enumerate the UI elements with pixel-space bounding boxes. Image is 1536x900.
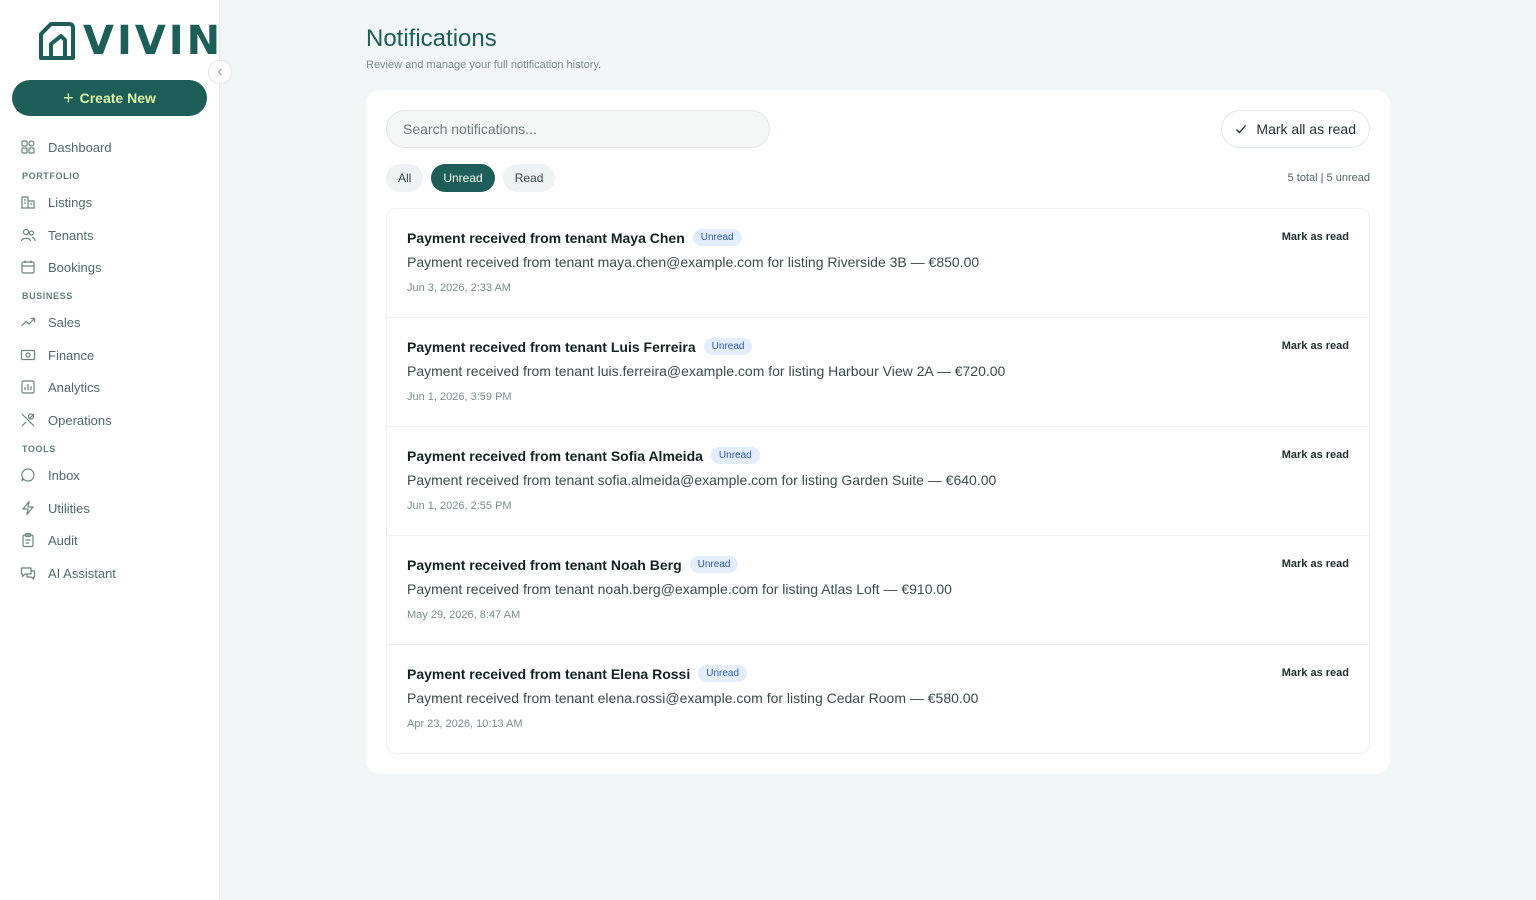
sidebar-item-ai-assistant[interactable]: AI Assistant	[20, 562, 116, 584]
notifications-card: Mark all as read All Unread Read 5 total…	[366, 90, 1390, 774]
sidebar: VIVIN + Create New Dashboard PORTFOLIO L…	[0, 0, 220, 900]
notification-title: Payment received from tenant Elena Rossi	[407, 665, 691, 682]
brand-logo[interactable]: VIVIN	[35, 20, 223, 62]
sidebar-item-label: Inbox	[48, 467, 80, 483]
unread-badge: Unread	[703, 338, 753, 355]
notification-message: Payment received from tenant sofia.almei…	[407, 472, 997, 488]
sidebar-item-label: Operations	[48, 412, 112, 428]
notification-title: Payment received from tenant Maya Chen	[407, 229, 685, 246]
page-subtitle: Review and manage your full notification…	[366, 59, 602, 71]
sidebar-item-dashboard[interactable]: Dashboard	[20, 136, 112, 158]
clipboard-icon	[22, 532, 34, 548]
sidebar-item-listings[interactable]: Listings	[20, 191, 92, 213]
sidebar-item-label: Sales	[48, 314, 81, 330]
filter-all[interactable]: All	[386, 164, 424, 192]
mark-as-read-button[interactable]: Mark as read	[1282, 231, 1349, 243]
calendar-icon	[21, 260, 35, 274]
plus-icon: +	[63, 88, 74, 108]
search-input[interactable]	[386, 110, 770, 148]
notification-message: Payment received from tenant maya.chen@e…	[407, 254, 980, 270]
filter-unread[interactable]: Unread	[431, 164, 495, 192]
sidebar-item-label: Audit	[48, 532, 78, 548]
create-new-button[interactable]: + Create New	[12, 80, 207, 116]
notification-time: May 29, 2026, 8:47 AM	[407, 609, 521, 621]
filter-read[interactable]: Read	[502, 164, 556, 192]
message-circle-icon	[21, 468, 35, 482]
unread-badge: Unread	[698, 665, 748, 682]
banknote-icon	[20, 349, 36, 361]
sidebar-item-operations[interactable]: Operations	[20, 409, 112, 431]
sidebar-item-label: AI Assistant	[48, 565, 116, 581]
mark-as-read-button[interactable]: Mark as read	[1282, 340, 1349, 352]
notification-title: Payment received from tenant Luis Ferrei…	[407, 338, 696, 355]
notification-message: Payment received from tenant luis.ferrei…	[407, 363, 1006, 379]
notification-time: Jun 1, 2026, 2:55 PM	[407, 500, 512, 512]
create-new-label: Create New	[79, 90, 156, 106]
filter-chips: All Unread Read	[386, 164, 556, 192]
section-label-portfolio: PORTFOLIO	[22, 171, 80, 181]
sidebar-item-label: Utilities	[48, 500, 90, 516]
section-label-business: BUSINESS	[22, 291, 73, 301]
notification-message: Payment received from tenant noah.berg@e…	[407, 581, 952, 597]
building-icon	[21, 196, 35, 209]
notification-item[interactable]: Payment received from tenant Maya Chen U…	[387, 209, 1369, 318]
sidebar-item-tenants[interactable]: Tenants	[20, 224, 94, 246]
sidebar-item-sales[interactable]: Sales	[20, 311, 81, 333]
sidebar-item-label: Finance	[48, 347, 95, 363]
sidebar-item-label: Analytics	[48, 379, 101, 395]
mark-as-read-button[interactable]: Mark as read	[1282, 449, 1349, 461]
section-label-tools: TOOLS	[22, 444, 56, 454]
page-title: Notifications	[366, 25, 497, 52]
unread-badge: Unread	[689, 556, 739, 573]
sidebar-item-label: Tenants	[48, 227, 94, 243]
notification-item[interactable]: Payment received from tenant Sofia Almei…	[387, 427, 1369, 536]
notification-counts: 5 total | 5 unread	[1287, 172, 1370, 184]
notification-time: Jun 1, 2026, 3:59 PM	[407, 391, 512, 403]
sidebar-item-utilities[interactable]: Utilities	[20, 497, 90, 519]
users-icon	[20, 228, 36, 242]
trending-up-icon	[21, 317, 36, 327]
notification-title: Payment received from tenant Sofia Almei…	[407, 447, 703, 464]
notification-title: Payment received from tenant Noah Berg	[407, 556, 682, 573]
tools-icon	[21, 413, 35, 427]
chat-bubbles-icon	[20, 567, 36, 580]
mark-as-read-button[interactable]: Mark as read	[1282, 558, 1349, 570]
sidebar-item-bookings[interactable]: Bookings	[20, 256, 101, 278]
notification-message: Payment received from tenant elena.rossi…	[407, 690, 979, 706]
check-icon	[1236, 125, 1247, 134]
notification-item[interactable]: Payment received from tenant Noah Berg U…	[387, 536, 1369, 645]
chevron-left-icon	[217, 68, 222, 76]
grid-icon	[21, 140, 35, 154]
sidebar-item-label: Bookings	[48, 259, 102, 275]
sidebar-item-label: Dashboard	[48, 139, 112, 155]
notification-time: Apr 23, 2026, 10:13 AM	[407, 718, 523, 730]
sidebar-item-audit[interactable]: Audit	[20, 529, 78, 551]
mark-all-read-button[interactable]: Mark all as read	[1221, 110, 1370, 148]
sidebar-collapse-button[interactable]	[208, 60, 232, 84]
notification-item[interactable]: Payment received from tenant Luis Ferrei…	[387, 318, 1369, 427]
brand-name: VIVIN	[83, 18, 224, 64]
mark-as-read-button[interactable]: Mark as read	[1282, 667, 1349, 679]
notification-list: Payment received from tenant Maya Chen U…	[386, 208, 1370, 754]
sidebar-item-analytics[interactable]: Analytics	[20, 376, 100, 398]
unread-badge: Unread	[710, 447, 760, 464]
home-logo-icon	[39, 22, 75, 60]
bar-chart-icon	[21, 380, 35, 394]
sidebar-item-finance[interactable]: Finance	[20, 344, 94, 366]
unread-badge: Unread	[692, 229, 742, 246]
sidebar-item-inbox[interactable]: Inbox	[20, 464, 80, 486]
mark-all-read-label: Mark all as read	[1256, 121, 1356, 137]
zap-icon	[22, 500, 34, 516]
notification-time: Jun 3, 2026, 2:33 AM	[407, 282, 511, 294]
notification-item[interactable]: Payment received from tenant Elena Rossi…	[387, 645, 1369, 753]
sidebar-item-label: Listings	[48, 194, 93, 210]
